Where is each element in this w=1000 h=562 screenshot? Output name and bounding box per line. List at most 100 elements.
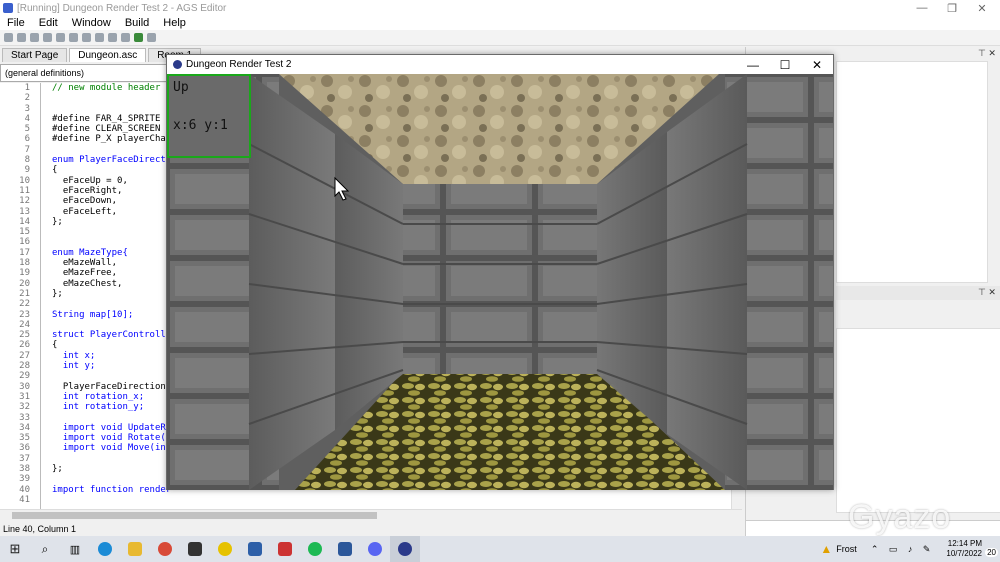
menu-edit[interactable]: Edit: [32, 17, 65, 29]
notification-badge[interactable]: 20: [985, 548, 998, 557]
game-title-bar[interactable]: Dungeon Render Test 2 — ☐ ✕: [167, 55, 833, 74]
editor-horizontal-scrollbar[interactable]: [0, 509, 742, 520]
code-line[interactable]: [52, 371, 172, 381]
redo-icon[interactable]: [147, 33, 156, 42]
tab-start-page[interactable]: Start Page: [2, 48, 68, 62]
code-line[interactable]: eMazeChest,: [52, 279, 172, 289]
line-number: 39: [19, 474, 30, 485]
file-explorer-button[interactable]: [120, 536, 150, 562]
game-close-button[interactable]: ✕: [801, 55, 833, 74]
scroll-thumb[interactable]: [12, 512, 377, 519]
task-view-button[interactable]: ▥: [60, 536, 90, 562]
ags-taskbar-button[interactable]: [390, 536, 420, 562]
code-line[interactable]: import void Rotate(i: [52, 433, 172, 443]
cut-icon[interactable]: [95, 33, 104, 42]
code-line[interactable]: {: [52, 340, 172, 350]
definitions-dropdown[interactable]: (general definitions): [0, 64, 168, 82]
menu-file[interactable]: File: [0, 17, 32, 29]
start-button[interactable]: ⊞: [0, 536, 30, 562]
code-line[interactable]: String map[10];: [52, 310, 172, 320]
app-button-4[interactable]: [270, 536, 300, 562]
game-maximize-button[interactable]: ☐: [769, 55, 801, 74]
code-line[interactable]: };: [52, 464, 172, 474]
explore-project-tree[interactable]: [836, 61, 988, 283]
new-icon[interactable]: [4, 33, 13, 42]
code-line[interactable]: };: [52, 289, 172, 299]
code-line[interactable]: [52, 237, 172, 247]
menu-window[interactable]: Window: [65, 17, 118, 29]
code-line[interactable]: int rotation_x;: [52, 392, 172, 402]
code-line[interactable]: [52, 145, 172, 155]
chrome-button[interactable]: [150, 536, 180, 562]
code-line[interactable]: int y;: [52, 361, 172, 371]
debug-icon[interactable]: [43, 33, 52, 42]
code-line[interactable]: #define CLEAR_SCREEN 2: [52, 124, 172, 134]
undo-icon[interactable]: [134, 33, 143, 42]
code-line[interactable]: eMazeFree,: [52, 268, 172, 278]
line-number: 1: [24, 83, 30, 93]
code-line[interactable]: #define FAR_4_SPRITE 2: [52, 114, 172, 124]
edge-button[interactable]: [90, 536, 120, 562]
line-number: 24: [19, 319, 30, 330]
code-line[interactable]: [52, 104, 172, 114]
paste-icon[interactable]: [121, 33, 130, 42]
properties-grid[interactable]: [836, 328, 1000, 513]
code-line[interactable]: [52, 227, 172, 237]
step-icon[interactable]: [82, 33, 91, 42]
app-button-1[interactable]: [180, 536, 210, 562]
copy-icon[interactable]: [108, 33, 117, 42]
code-line[interactable]: [52, 454, 172, 464]
code-line[interactable]: struct PlayerControlle: [52, 330, 172, 340]
code-line[interactable]: int rotation_y;: [52, 402, 172, 412]
code-line[interactable]: [52, 299, 172, 309]
app-button-2[interactable]: [210, 536, 240, 562]
game-window[interactable]: Dungeon Render Test 2 — ☐ ✕ Up x:6 y:1: [166, 54, 834, 490]
dungeon-viewport[interactable]: Up x:6 y:1: [167, 74, 833, 490]
code-line[interactable]: int x;: [52, 351, 172, 361]
stop-icon[interactable]: [69, 33, 78, 42]
code-line[interactable]: #define P_X playerChar: [52, 134, 172, 144]
pin-icon[interactable]: ⊤ ✕: [978, 48, 996, 59]
discord-button[interactable]: [360, 536, 390, 562]
line-number: 13: [19, 206, 30, 217]
save-icon[interactable]: [17, 33, 26, 42]
code-line[interactable]: PlayerFaceDirection: [52, 382, 172, 392]
tab-dungeon-asc[interactable]: Dungeon.asc: [69, 48, 147, 62]
menu-build[interactable]: Build: [118, 17, 156, 29]
code-line[interactable]: eMazeWall,: [52, 258, 172, 268]
close-icon[interactable]: ✕: [967, 0, 997, 16]
pin-icon-2[interactable]: ⊤ ✕: [978, 287, 996, 298]
code-line[interactable]: {: [52, 165, 172, 175]
tray-icons[interactable]: ⌃ ▭ ♪ ✎: [871, 544, 935, 555]
code-line[interactable]: eFaceLeft,: [52, 207, 172, 217]
spotify-button[interactable]: [300, 536, 330, 562]
minimize-icon[interactable]: —: [907, 0, 937, 16]
menu-help[interactable]: Help: [156, 17, 193, 29]
code-line[interactable]: eFaceDown,: [52, 196, 172, 206]
code-line[interactable]: eFaceUp = 0,: [52, 176, 172, 186]
code-line[interactable]: import void UpdateRo: [52, 423, 172, 433]
game-minimize-button[interactable]: —: [737, 55, 769, 74]
code-line[interactable]: import function renderVisionCone();: [52, 485, 172, 495]
run-icon[interactable]: [30, 33, 39, 42]
app-icon-1: [188, 542, 202, 556]
weather-label[interactable]: Frost: [836, 544, 857, 554]
code-line[interactable]: [52, 93, 172, 103]
line-number: 36: [19, 443, 30, 454]
word-button[interactable]: [330, 536, 360, 562]
search-button[interactable]: ⌕: [30, 536, 60, 562]
code-line[interactable]: enum PlayerFaceDirecti: [52, 155, 172, 165]
code-line[interactable]: [52, 320, 172, 330]
code-line[interactable]: [52, 495, 172, 505]
code-line[interactable]: import void Move(int: [52, 443, 172, 453]
code-line[interactable]: [52, 474, 172, 484]
code-line[interactable]: [52, 413, 172, 423]
app-button-3[interactable]: [240, 536, 270, 562]
code-line[interactable]: };: [52, 217, 172, 227]
code-line[interactable]: enum MazeType{: [52, 248, 172, 258]
code-line[interactable]: // new module header: [52, 83, 172, 93]
pause-icon[interactable]: [56, 33, 65, 42]
code-text[interactable]: // new module header #define FAR_4_SPRITE…: [52, 83, 172, 505]
maximize-icon[interactable]: ❐: [937, 0, 967, 16]
code-line[interactable]: eFaceRight,: [52, 186, 172, 196]
